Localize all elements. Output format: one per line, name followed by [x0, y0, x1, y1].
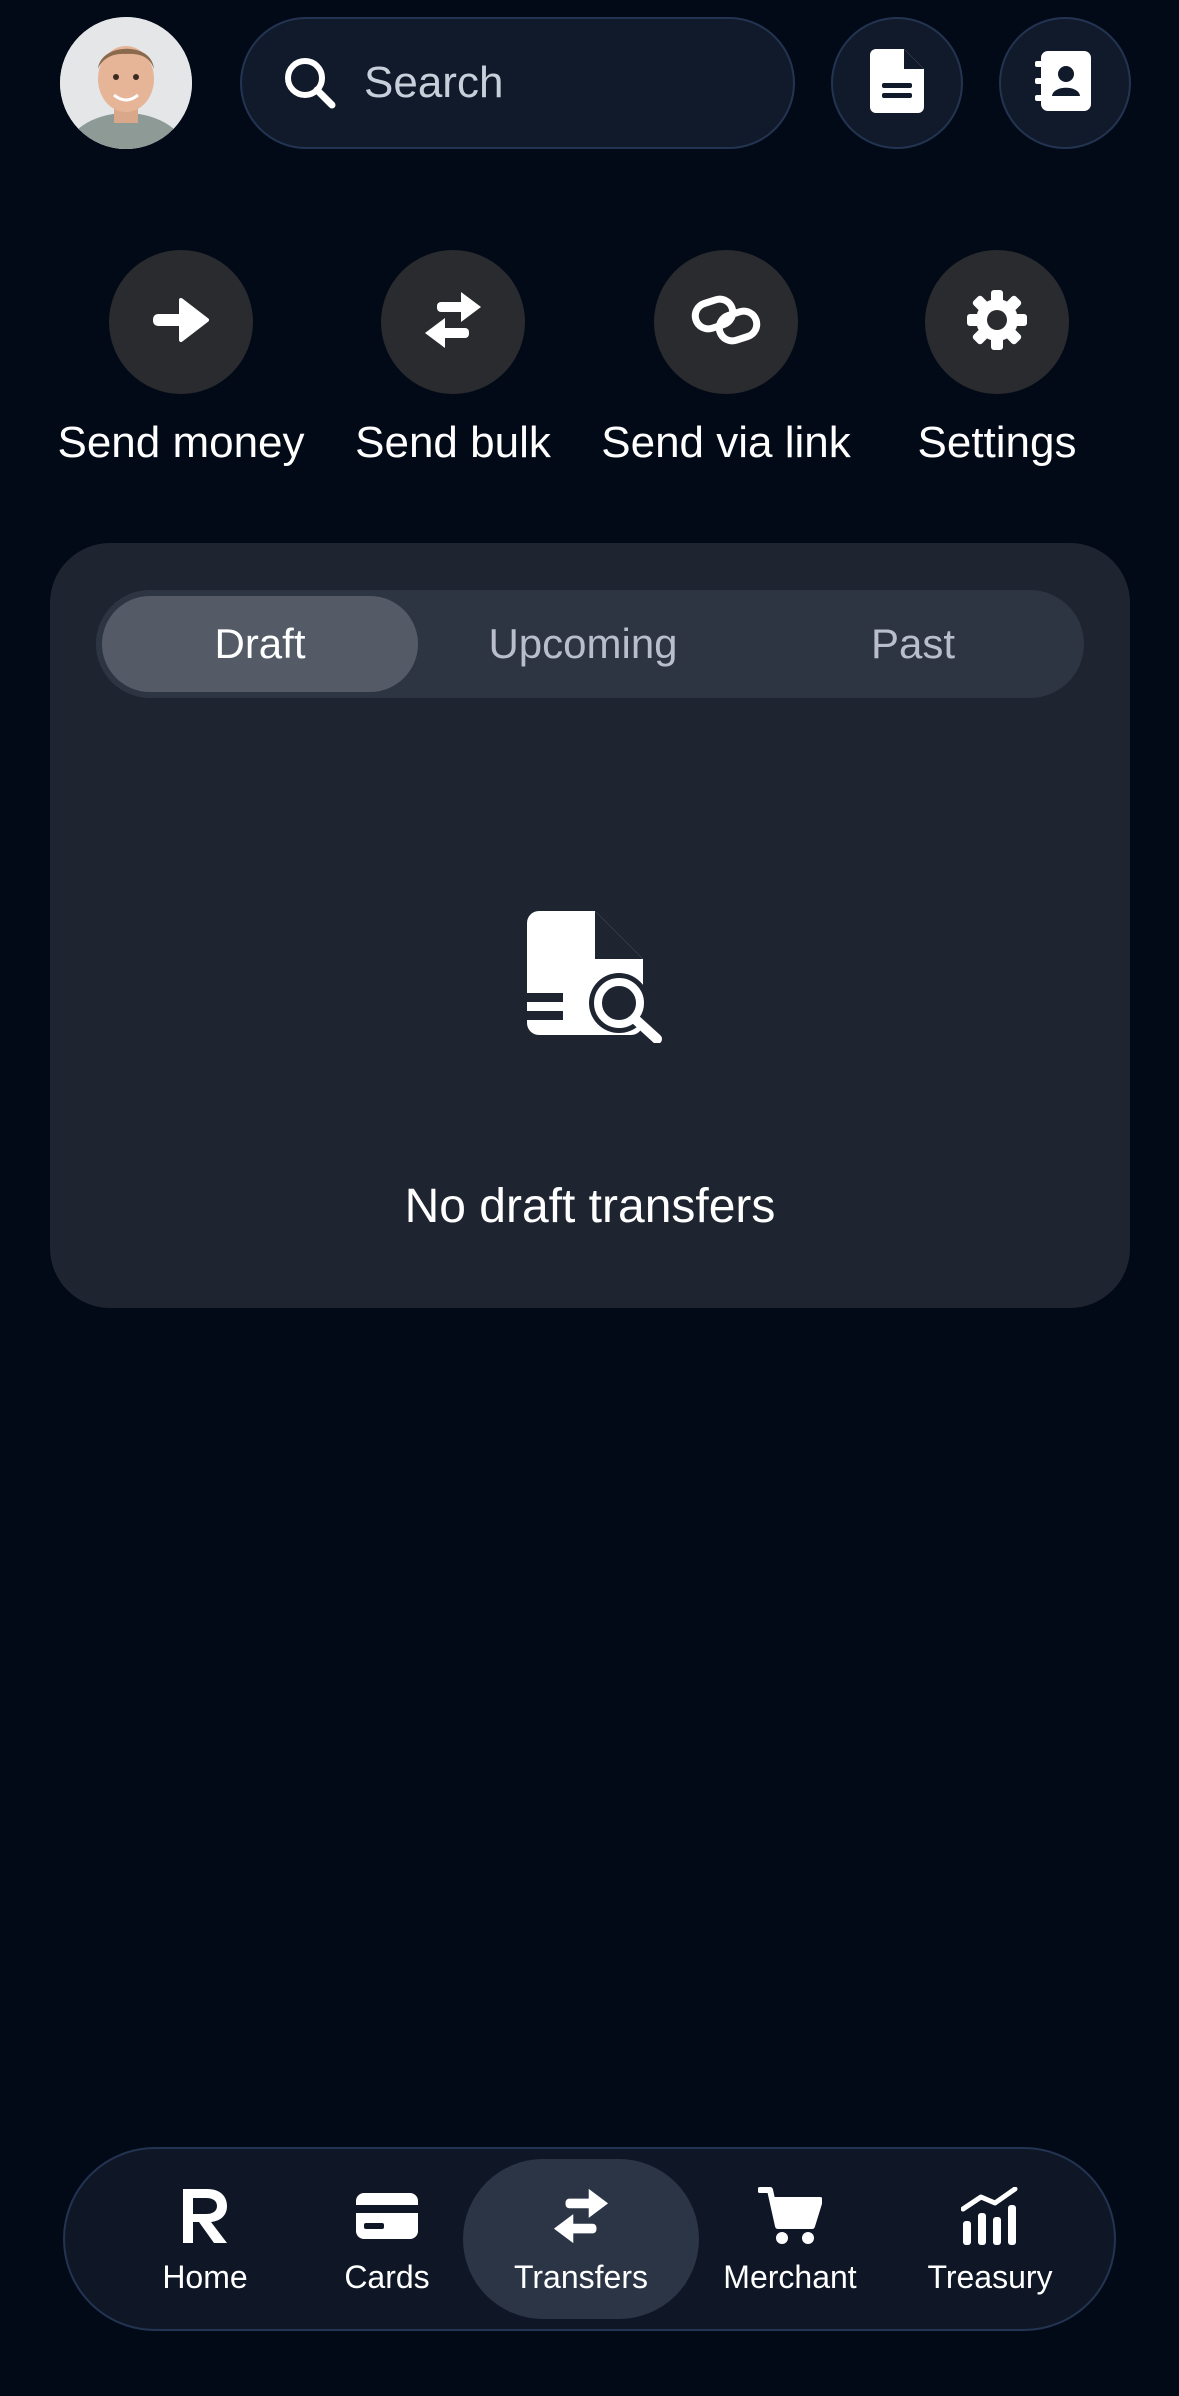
settings-action[interactable]: Settings [862, 250, 1132, 468]
nav-transfers[interactable]: Transfers [463, 2159, 699, 2319]
avatar[interactable] [60, 17, 192, 149]
search-bar[interactable]: Search [240, 17, 795, 149]
send-bulk-action[interactable]: Send bulk [318, 250, 588, 468]
send-via-link-button[interactable] [654, 250, 798, 394]
search-icon [278, 51, 342, 115]
statements-button[interactable] [831, 17, 963, 149]
nav-merchant[interactable]: Merchant [705, 2159, 875, 2319]
arrow-right-icon [151, 296, 211, 349]
transfer-arrows-icon [421, 290, 485, 355]
send-via-link-label: Send via link [601, 418, 851, 467]
transfers-card: Draft Upcoming Past No draft transfers [50, 543, 1130, 1308]
transfer-arrows-icon [550, 2183, 612, 2249]
settings-button[interactable] [925, 250, 1069, 394]
document-search-icon [525, 903, 665, 1044]
document-icon [870, 48, 924, 118]
send-money-action[interactable]: Send money [46, 250, 316, 468]
send-bulk-label: Send bulk [355, 418, 551, 467]
quick-actions: Send money Send bulk Send via link Setti… [0, 250, 1179, 480]
tab-draft[interactable]: Draft [102, 596, 418, 692]
card-icon [356, 2183, 418, 2249]
avatar-photo-icon [60, 17, 192, 149]
tab-past[interactable]: Past [748, 596, 1078, 692]
nav-transfers-label: Transfers [514, 2258, 648, 2295]
contacts-button[interactable] [999, 17, 1131, 149]
send-money-button[interactable] [109, 250, 253, 394]
link-icon [691, 293, 761, 352]
send-bulk-button[interactable] [381, 250, 525, 394]
chart-icon [961, 2183, 1019, 2249]
nav-home-label: Home [162, 2258, 248, 2295]
empty-state-message: No draft transfers [404, 1180, 776, 1233]
nav-cards-label: Cards [344, 2258, 430, 2295]
nav-treasury-label: Treasury [927, 2258, 1053, 2295]
contacts-icon [1035, 50, 1095, 116]
send-via-link-action[interactable]: Send via link [591, 250, 861, 468]
gear-icon [965, 288, 1029, 357]
transfer-status-tabs: Draft Upcoming Past [96, 590, 1084, 698]
transfers-screen: Search Send money Send bulk Send via lin… [0, 0, 1179, 2396]
r-logo-icon [181, 2183, 229, 2249]
settings-label: Settings [917, 418, 1077, 467]
cart-icon [758, 2183, 822, 2249]
nav-cards[interactable]: Cards [297, 2159, 477, 2319]
bottom-navigation: Home Cards Transfers Merchant Treasury [63, 2147, 1116, 2331]
nav-treasury[interactable]: Treasury [895, 2159, 1085, 2319]
send-money-label: Send money [57, 418, 305, 467]
nav-home[interactable]: Home [105, 2159, 305, 2319]
tab-upcoming[interactable]: Upcoming [418, 596, 748, 692]
nav-merchant-label: Merchant [723, 2258, 857, 2295]
search-placeholder: Search [364, 58, 504, 107]
